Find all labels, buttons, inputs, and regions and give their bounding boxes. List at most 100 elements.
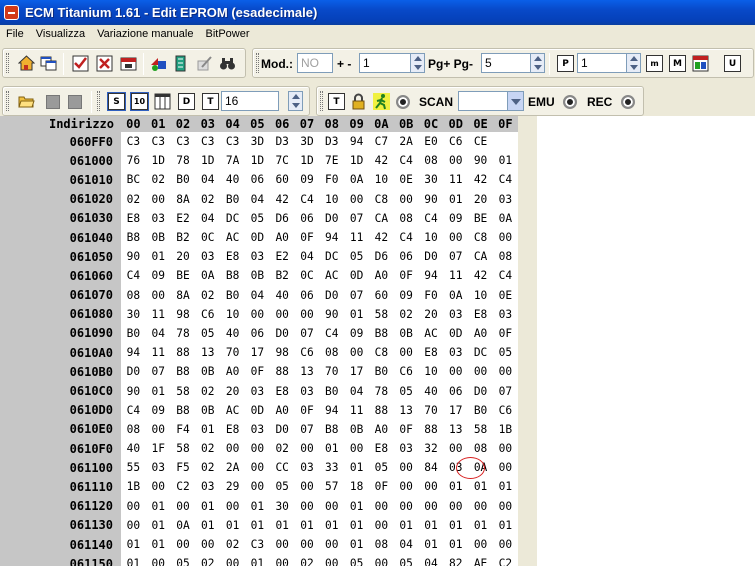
hex-cell[interactable]: 00: [294, 304, 320, 324]
hex-cell[interactable]: 00: [294, 496, 320, 516]
hex-cell[interactable]: E8: [368, 439, 394, 459]
hex-cell[interactable]: 11: [344, 400, 369, 420]
m-icon[interactable]: M: [668, 54, 687, 73]
hex-cell[interactable]: 82: [443, 554, 469, 566]
toolbar-grip[interactable]: [97, 91, 100, 111]
hex-cell[interactable]: 1D: [244, 151, 270, 171]
mod-input[interactable]: NO: [297, 53, 333, 73]
hex-cell[interactable]: 7E: [319, 151, 345, 171]
hex-cell[interactable]: 01: [145, 496, 171, 516]
emu-radio[interactable]: [563, 95, 577, 109]
hex-cell[interactable]: 07: [492, 381, 518, 401]
hex-cell[interactable]: 40: [121, 439, 146, 459]
hex-cell[interactable]: E8: [468, 304, 493, 324]
hex-cell[interactable]: C3: [220, 132, 245, 152]
hex-cell[interactable]: 05: [368, 458, 394, 478]
hex-cell[interactable]: 02: [195, 285, 221, 305]
hex-cell[interactable]: 2A: [393, 132, 419, 152]
hex-cell[interactable]: D6: [368, 247, 394, 267]
hex-cell[interactable]: 09: [393, 285, 419, 305]
hex-cell[interactable]: 00: [294, 439, 320, 459]
hex-cell[interactable]: 40: [220, 323, 245, 344]
hex-cell[interactable]: 03: [244, 381, 270, 401]
hex-cell[interactable]: 58: [468, 419, 493, 439]
hex-cell[interactable]: 03: [443, 343, 469, 363]
hex-cell[interactable]: 76: [121, 151, 146, 171]
hex-cell[interactable]: 90: [468, 151, 493, 171]
hex-cell[interactable]: 02: [195, 439, 221, 459]
toolbar-grip[interactable]: [320, 91, 323, 111]
hex-cell[interactable]: A0: [368, 419, 394, 439]
hex-cell[interactable]: 00: [492, 458, 518, 478]
hex-cell[interactable]: 0B: [344, 419, 369, 439]
hex-cell[interactable]: 42: [468, 266, 493, 286]
hex-cell[interactable]: 01: [121, 554, 146, 566]
hex-cell[interactable]: B0: [170, 170, 196, 190]
hex-cell[interactable]: 0E: [393, 170, 419, 190]
hex-cell[interactable]: 00: [145, 285, 171, 305]
hex-cell[interactable]: 00: [492, 534, 518, 555]
menu-variazione-manuale[interactable]: Variazione manuale: [91, 28, 199, 40]
hex-cell[interactable]: 0D: [443, 323, 469, 344]
hex-cell[interactable]: 09: [145, 400, 171, 420]
hex-cell[interactable]: 11: [443, 266, 469, 286]
hex-cell[interactable]: 03: [294, 381, 320, 401]
hex-cell[interactable]: 58: [170, 381, 196, 401]
hex-cell[interactable]: 42: [468, 170, 493, 190]
hex-cell[interactable]: 00: [220, 554, 245, 566]
hex-cell[interactable]: C6: [492, 400, 518, 420]
hex-cell[interactable]: D0: [319, 285, 345, 305]
hex-cell[interactable]: C2: [492, 554, 518, 566]
hex-cell[interactable]: 04: [244, 285, 270, 305]
hex-cell[interactable]: 0C: [195, 227, 221, 248]
hex-cell[interactable]: C6: [195, 304, 221, 324]
10-icon[interactable]: 10: [130, 92, 149, 111]
hex-cell[interactable]: 00: [319, 554, 345, 566]
hex-cell[interactable]: 01: [145, 247, 171, 267]
hex-cell[interactable]: 00: [443, 362, 469, 382]
hex-cell[interactable]: 0F: [492, 323, 518, 344]
pg-spinner[interactable]: [530, 53, 545, 73]
hex-cell[interactable]: C4: [492, 170, 518, 190]
hex-cell[interactable]: 04: [418, 554, 444, 566]
hex-cell[interactable]: C8: [368, 343, 394, 363]
hex-cell[interactable]: 00: [294, 534, 320, 555]
hex-cell[interactable]: AC: [220, 400, 245, 420]
hex-cell[interactable]: 03: [393, 439, 419, 459]
hex-cell[interactable]: 0F: [393, 419, 419, 439]
hex-cell[interactable]: C8: [468, 227, 493, 248]
hex-cell[interactable]: D6: [269, 208, 295, 228]
hex-cell[interactable]: 10: [220, 304, 245, 324]
hex-cell[interactable]: 04: [195, 208, 221, 228]
hex-cell[interactable]: 00: [393, 477, 419, 497]
edit-icon[interactable]: [195, 54, 214, 73]
hex-cell[interactable]: A0: [220, 362, 245, 382]
hex-cell[interactable]: 60: [269, 170, 295, 190]
hex-cell[interactable]: 00: [220, 496, 245, 516]
hex-cell[interactable]: 01: [468, 477, 493, 497]
hex-cell[interactable]: 98: [269, 343, 295, 363]
hex-cell[interactable]: 05: [244, 208, 270, 228]
hex-cell[interactable]: 01: [294, 515, 320, 535]
hex-cell[interactable]: 02: [269, 439, 295, 459]
gray-square-icon[interactable]: [65, 92, 84, 111]
hex-cell[interactable]: C7: [368, 132, 394, 152]
hex-cell[interactable]: 42: [269, 189, 295, 209]
hex-cell[interactable]: 00: [319, 534, 345, 555]
hex-cell[interactable]: 06: [393, 247, 419, 267]
app-icon[interactable]: [4, 5, 19, 20]
hex-cell[interactable]: 02: [195, 458, 221, 478]
step-input[interactable]: 1: [359, 53, 411, 73]
hex-cell[interactable]: BE: [468, 208, 493, 228]
hex-cell[interactable]: 00: [269, 534, 295, 555]
window-icon[interactable]: [691, 54, 710, 73]
hex-cell[interactable]: 08: [319, 343, 345, 363]
hex-cell[interactable]: 08: [393, 208, 419, 228]
hex-cell[interactable]: 00: [269, 304, 295, 324]
hex-cell[interactable]: B8: [368, 323, 394, 344]
hex-cell[interactable]: E8: [269, 381, 295, 401]
hex-cell[interactable]: 1B: [492, 419, 518, 439]
menu-visualizza[interactable]: Visualizza: [30, 28, 91, 40]
hex-cell[interactable]: 07: [294, 323, 320, 344]
hex-cell[interactable]: 03: [195, 477, 221, 497]
